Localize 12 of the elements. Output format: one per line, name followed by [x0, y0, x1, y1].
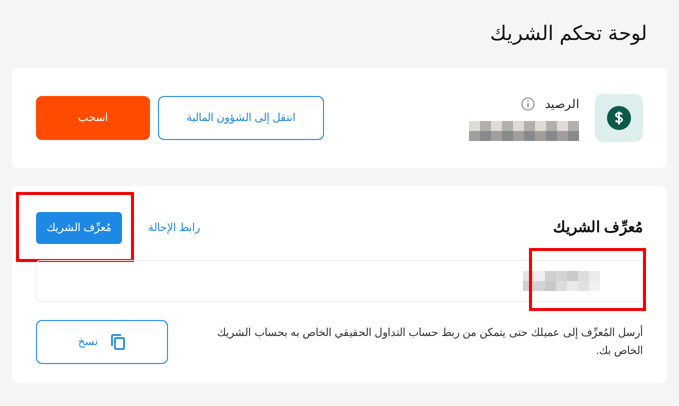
page-title: لوحة تحكم الشريك	[488, 22, 647, 47]
section-title: مُعرِّف الشريك	[552, 218, 643, 238]
copy-button[interactable]: نسخ	[36, 320, 168, 364]
info-icon	[521, 97, 535, 111]
tab[interactable]: مُعرِّف الشريك	[36, 212, 122, 244]
copy-icon	[110, 333, 126, 351]
balance-label: الرصيد	[545, 96, 579, 113]
withdraw-button[interactable]: اسحب	[36, 96, 150, 140]
instruction-text: أرسل المُعرِّف إلى عميلك حتى يتمكن من ربط حساب التداول الحقيقي الخاص به بحساب الشريك الخاص بك.	[216, 324, 643, 359]
dollar-icon	[595, 94, 643, 142]
finance-button[interactable]: انتقل إلى الشؤون المالية	[158, 96, 324, 140]
tab[interactable]: رابط الإحالة	[148, 212, 200, 244]
